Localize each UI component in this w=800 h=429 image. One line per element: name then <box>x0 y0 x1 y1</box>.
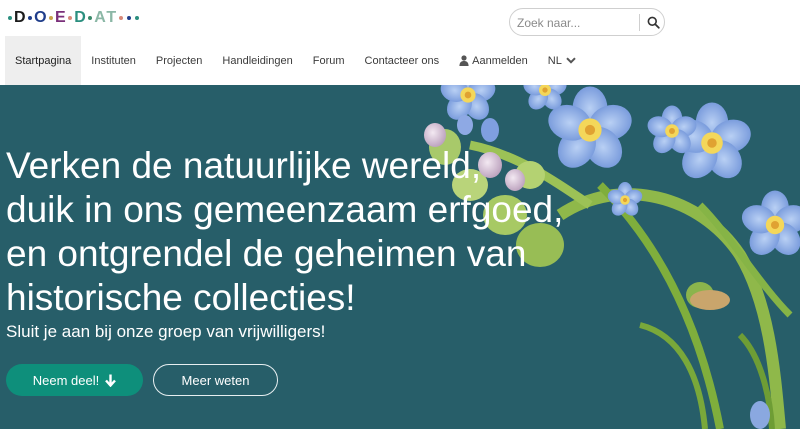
chevron-down-icon <box>566 57 576 64</box>
learn-more-button-label: Meer weten <box>181 372 250 388</box>
nav-item-label: Instituten <box>91 54 136 67</box>
logo-letter: A <box>94 9 107 26</box>
nav-item-startpagina[interactable]: Startpagina <box>5 36 82 85</box>
logo-letter: D <box>14 9 27 26</box>
join-button[interactable]: Neem deel! <box>6 364 143 396</box>
user-icon <box>459 55 469 66</box>
nav-item-instituten[interactable]: Instituten <box>81 36 146 85</box>
hero-subline: Sluit je aan bij onze groep van vrijwill… <box>6 322 326 341</box>
search-divider <box>639 14 640 31</box>
nav-item-label: Forum <box>312 54 345 67</box>
logo-dot <box>134 16 139 20</box>
doedat-logo[interactable]: D O E D A T <box>6 8 141 28</box>
hero-headline-line: en ontgrendel de geheimen van <box>6 233 527 274</box>
logo-dot <box>88 16 93 20</box>
nav-item-label: Contacteer ons <box>364 54 440 67</box>
search-input[interactable] <box>517 13 639 32</box>
learn-more-button[interactable]: Meer weten <box>153 364 278 396</box>
search-button[interactable] <box>642 12 664 33</box>
search-icon <box>647 16 660 29</box>
logo-dot <box>68 16 73 20</box>
logo-dot <box>28 16 33 20</box>
hero-headline-line: duik in ons gemeenzaam erfgoed, <box>6 189 564 230</box>
hero-headline: Verken de natuurlijke wereld, duik in on… <box>6 144 626 320</box>
nav-item-contacteer-ons[interactable]: Contacteer ons <box>355 36 450 85</box>
nav-item-aanmelden[interactable]: Aanmelden <box>449 36 538 85</box>
logo-letter: D <box>74 9 87 26</box>
main-nav: Startpagina Instituten Projecten Handlei… <box>5 36 586 85</box>
logo-letter: T <box>106 9 117 26</box>
join-button-label: Neem deel! <box>32 372 100 388</box>
nav-item-handleidingen[interactable]: Handleidingen <box>212 36 302 85</box>
logo-dot <box>118 16 123 20</box>
site-header: D O E D A T Startpagina Instituten P <box>0 0 800 85</box>
arrow-down-icon <box>105 374 117 387</box>
nav-item-label: Handleidingen <box>222 54 293 67</box>
nav-item-label: Startpagina <box>15 54 72 67</box>
logo-dot <box>126 16 131 20</box>
nav-item-label: Aanmelden <box>472 54 528 67</box>
nav-item-projecten[interactable]: Projecten <box>146 36 212 85</box>
hero-headline-line: historische collecties! <box>6 277 356 318</box>
nav-item-forum[interactable]: Forum <box>303 36 355 85</box>
logo-letter: E <box>55 9 67 26</box>
hero-banner: Verken de natuurlijke wereld, duik in on… <box>0 85 800 429</box>
search-box <box>509 8 665 36</box>
nav-item-label: NL <box>547 54 562 67</box>
logo-dot <box>49 16 54 20</box>
nav-item-label: Projecten <box>155 54 203 67</box>
logo-dot <box>8 16 12 20</box>
hero-headline-line: Verken de natuurlijke wereld, <box>6 145 482 186</box>
nav-item-language[interactable]: NL <box>538 36 586 85</box>
logo-letter: O <box>34 9 48 26</box>
